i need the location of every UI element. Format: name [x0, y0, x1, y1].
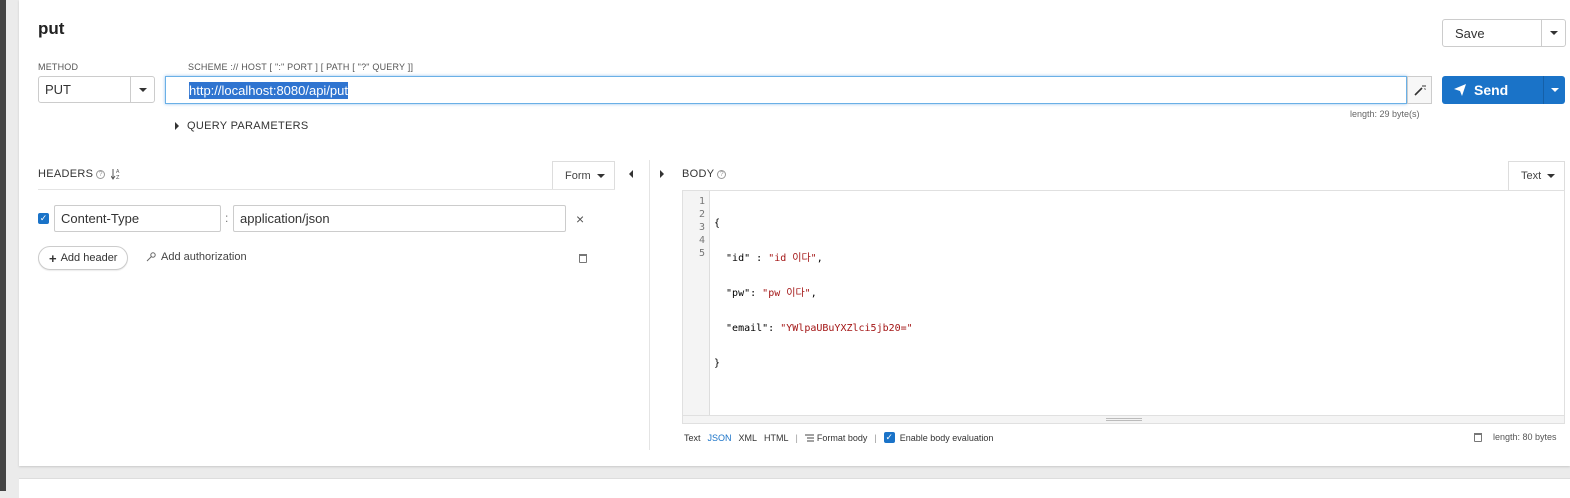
format-html[interactable]: HTML — [764, 433, 789, 443]
svg-text:Z: Z — [116, 175, 120, 180]
chevron-left-icon — [629, 170, 633, 178]
format-xml[interactable]: XML — [739, 433, 758, 443]
headers-mode-label: Form — [565, 170, 591, 182]
header-value-text: application/json — [240, 211, 330, 226]
body-footer-right: length: 80 bytes — [1474, 432, 1557, 442]
panel-splitter[interactable] — [649, 160, 650, 450]
chevron-down-icon — [1550, 88, 1559, 92]
header-name-value: Content-Type — [61, 211, 140, 226]
headers-mode-dropdown[interactable]: Form — [552, 161, 615, 190]
request-title: put — [38, 19, 65, 38]
header-separator: : — [225, 211, 229, 225]
add-authorization-button[interactable]: Add authorization — [146, 251, 247, 263]
header-enabled-checkbox[interactable]: ✓ — [38, 213, 49, 224]
chevron-down-icon — [138, 87, 147, 92]
next-panel — [19, 478, 1570, 498]
help-icon[interactable]: ? — [96, 169, 106, 179]
url-text: http://localhost:8080/api/put — [189, 81, 349, 99]
query-parameters-toggle[interactable]: QUERY PARAMETERS — [175, 120, 309, 132]
save-label: Save — [1455, 25, 1485, 41]
trash-icon[interactable] — [579, 254, 587, 263]
chevron-down-icon — [596, 174, 605, 178]
collapse-left-button[interactable] — [629, 170, 633, 178]
url-length: length: 29 byte(s) — [1350, 109, 1420, 119]
chevron-down-icon — [1547, 174, 1556, 178]
magic-wand-icon — [1413, 85, 1426, 96]
url-input[interactable]: http://localhost:8080/api/put — [165, 76, 1407, 104]
paper-plane-icon — [1454, 84, 1466, 96]
save-dropdown-toggle[interactable] — [1541, 20, 1565, 46]
code-line: "id" : "id 이다", — [714, 253, 823, 264]
method-label: METHOD — [38, 62, 79, 72]
method-select[interactable]: PUT — [38, 76, 155, 103]
chevron-down-icon — [1549, 31, 1558, 35]
query-parameters-label: QUERY PARAMETERS — [187, 120, 309, 132]
method-dropdown-toggle[interactable] — [130, 77, 154, 102]
footer-separator: | — [795, 432, 798, 443]
save-button[interactable]: Save — [1442, 19, 1566, 47]
send-button[interactable]: Send — [1442, 76, 1565, 104]
body-footer: Text JSON XML HTML | Format body | ✓ Ena… — [684, 432, 993, 443]
format-json[interactable]: JSON — [708, 433, 732, 443]
format-body-label: Format body — [816, 432, 868, 443]
footer-separator: | — [874, 432, 877, 443]
body-title: BODY — [682, 168, 715, 180]
body-mode-dropdown[interactable]: Text — [1508, 161, 1565, 190]
remove-header-button[interactable]: × — [576, 211, 584, 227]
headers-heading: HEADERS ? A Z — [38, 168, 122, 180]
send-dropdown-toggle[interactable] — [1543, 76, 1565, 104]
header-name-input[interactable]: Content-Type — [54, 205, 221, 232]
editor-resize-handle[interactable] — [683, 415, 1564, 423]
headers-divider — [38, 189, 615, 190]
add-authorization-label: Add authorization — [161, 251, 247, 263]
code-line: "pw": "pw 이다", — [714, 288, 817, 299]
code-line: "email": "YWlpaUBuYXZlci5jb20=" — [714, 323, 913, 334]
enable-evaluation-checkbox[interactable]: ✓ — [883, 432, 895, 443]
left-edge-strip — [0, 0, 6, 491]
headers-title: HEADERS — [38, 168, 94, 180]
magic-wand-button[interactable] — [1407, 76, 1432, 104]
enable-evaluation-label: Enable body evaluation — [899, 432, 994, 443]
code-line: { — [714, 218, 721, 229]
align-left-icon — [804, 434, 814, 441]
body-heading: BODY ? — [682, 168, 727, 180]
line-number-gutter: 1 2 3 4 5 — [683, 191, 710, 416]
request-panel: put Save METHOD SCHEME :// HOST [ ":" PO… — [19, 0, 1570, 466]
format-body-button[interactable]: Format body — [804, 432, 868, 443]
plus-icon: + — [49, 250, 57, 266]
method-value: PUT — [45, 82, 71, 97]
enable-evaluation-toggle[interactable]: ✓ Enable body evaluation — [883, 432, 994, 443]
header-value-input[interactable]: application/json — [233, 205, 566, 232]
chevron-right-icon — [175, 122, 179, 130]
send-label: Send — [1474, 82, 1509, 98]
format-text[interactable]: Text — [684, 433, 701, 443]
collapse-right-button[interactable] — [660, 170, 664, 178]
body-mode-label: Text — [1521, 170, 1542, 182]
sort-az-icon[interactable]: A Z — [111, 168, 122, 180]
add-header-label: Add header — [60, 252, 118, 264]
line-number: 2 — [698, 209, 705, 220]
body-length: length: 80 bytes — [1493, 432, 1557, 442]
url-hint: SCHEME :// HOST [ ":" PORT ] [ PATH [ "?… — [188, 62, 414, 72]
add-header-button[interactable]: + Add header — [38, 246, 129, 270]
line-number: 4 — [698, 235, 705, 246]
key-icon — [146, 252, 156, 262]
code-area[interactable]: { "id" : "id 이다", "pw": "pw 이다", "email"… — [714, 195, 913, 392]
chevron-right-icon — [660, 170, 664, 178]
line-number: 5 — [698, 248, 705, 259]
line-number: 1 — [698, 196, 705, 207]
body-editor[interactable]: 1 2 3 4 5 { "id" : "id 이다", "pw": "pw 이다… — [682, 190, 1565, 424]
line-number: 3 — [698, 222, 705, 233]
help-icon[interactable]: ? — [717, 169, 727, 179]
code-line: } — [714, 358, 721, 369]
trash-icon[interactable] — [1474, 432, 1482, 442]
grip-icon — [1105, 418, 1142, 421]
